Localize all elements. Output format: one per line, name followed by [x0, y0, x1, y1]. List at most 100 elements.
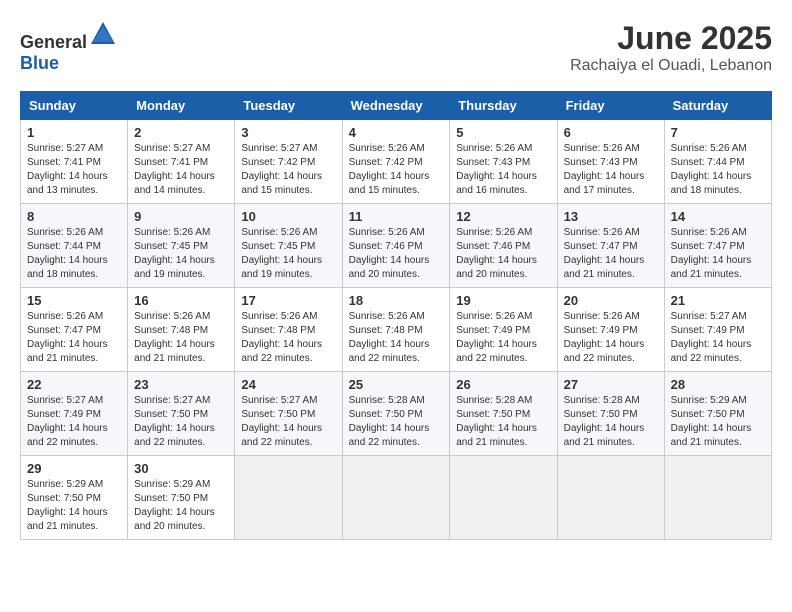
calendar-cell: 15 Sunrise: 5:26 AMSunset: 7:47 PMDaylig… — [21, 288, 128, 372]
col-monday: Monday — [128, 92, 235, 120]
day-number: 16 — [134, 293, 228, 308]
day-info: Sunrise: 5:29 AMSunset: 7:50 PMDaylight:… — [134, 479, 215, 532]
calendar-cell: 9 Sunrise: 5:26 AMSunset: 7:45 PMDayligh… — [128, 204, 235, 288]
logo-icon — [89, 20, 117, 48]
day-info: Sunrise: 5:26 AMSunset: 7:48 PMDaylight:… — [241, 311, 322, 364]
calendar-cell: 26 Sunrise: 5:28 AMSunset: 7:50 PMDaylig… — [450, 372, 557, 456]
day-info: Sunrise: 5:26 AMSunset: 7:47 PMDaylight:… — [27, 311, 108, 364]
col-tuesday: Tuesday — [235, 92, 342, 120]
day-info: Sunrise: 5:27 AMSunset: 7:49 PMDaylight:… — [671, 311, 752, 364]
day-number: 14 — [671, 209, 765, 224]
calendar-week-row: 22 Sunrise: 5:27 AMSunset: 7:49 PMDaylig… — [21, 372, 772, 456]
calendar-cell: 2 Sunrise: 5:27 AMSunset: 7:41 PMDayligh… — [128, 120, 235, 204]
day-info: Sunrise: 5:28 AMSunset: 7:50 PMDaylight:… — [349, 395, 430, 448]
day-info: Sunrise: 5:27 AMSunset: 7:41 PMDaylight:… — [27, 143, 108, 196]
title-block: June 2025 Rachaiya el Ouadi, Lebanon — [570, 20, 772, 75]
calendar-cell: 12 Sunrise: 5:26 AMSunset: 7:46 PMDaylig… — [450, 204, 557, 288]
calendar-cell — [342, 456, 450, 540]
day-number: 9 — [134, 209, 228, 224]
day-info: Sunrise: 5:26 AMSunset: 7:49 PMDaylight:… — [564, 311, 645, 364]
day-number: 7 — [671, 125, 765, 140]
day-number: 1 — [27, 125, 121, 140]
day-info: Sunrise: 5:26 AMSunset: 7:42 PMDaylight:… — [349, 143, 430, 196]
day-info: Sunrise: 5:26 AMSunset: 7:46 PMDaylight:… — [456, 227, 537, 280]
calendar-cell: 10 Sunrise: 5:26 AMSunset: 7:45 PMDaylig… — [235, 204, 342, 288]
logo-general: General — [20, 32, 87, 52]
day-info: Sunrise: 5:26 AMSunset: 7:43 PMDaylight:… — [456, 143, 537, 196]
day-number: 19 — [456, 293, 550, 308]
calendar-week-row: 8 Sunrise: 5:26 AMSunset: 7:44 PMDayligh… — [21, 204, 772, 288]
day-number: 5 — [456, 125, 550, 140]
calendar-cell: 8 Sunrise: 5:26 AMSunset: 7:44 PMDayligh… — [21, 204, 128, 288]
day-info: Sunrise: 5:26 AMSunset: 7:44 PMDaylight:… — [27, 227, 108, 280]
day-info: Sunrise: 5:27 AMSunset: 7:50 PMDaylight:… — [241, 395, 322, 448]
day-info: Sunrise: 5:26 AMSunset: 7:47 PMDaylight:… — [671, 227, 752, 280]
day-info: Sunrise: 5:26 AMSunset: 7:44 PMDaylight:… — [671, 143, 752, 196]
calendar-cell: 30 Sunrise: 5:29 AMSunset: 7:50 PMDaylig… — [128, 456, 235, 540]
day-number: 28 — [671, 377, 765, 392]
calendar-cell: 20 Sunrise: 5:26 AMSunset: 7:49 PMDaylig… — [557, 288, 664, 372]
day-info: Sunrise: 5:27 AMSunset: 7:41 PMDaylight:… — [134, 143, 215, 196]
page-header: General Blue June 2025 Rachaiya el Ouadi… — [20, 20, 772, 75]
day-info: Sunrise: 5:28 AMSunset: 7:50 PMDaylight:… — [456, 395, 537, 448]
logo-text: General Blue — [20, 20, 117, 74]
calendar-cell: 18 Sunrise: 5:26 AMSunset: 7:48 PMDaylig… — [342, 288, 450, 372]
col-sunday: Sunday — [21, 92, 128, 120]
day-info: Sunrise: 5:28 AMSunset: 7:50 PMDaylight:… — [564, 395, 645, 448]
day-info: Sunrise: 5:26 AMSunset: 7:46 PMDaylight:… — [349, 227, 430, 280]
calendar-cell: 22 Sunrise: 5:27 AMSunset: 7:49 PMDaylig… — [21, 372, 128, 456]
calendar-cell — [235, 456, 342, 540]
day-number: 15 — [27, 293, 121, 308]
col-friday: Friday — [557, 92, 664, 120]
calendar-week-row: 1 Sunrise: 5:27 AMSunset: 7:41 PMDayligh… — [21, 120, 772, 204]
day-number: 6 — [564, 125, 658, 140]
day-number: 2 — [134, 125, 228, 140]
calendar-header-row: Sunday Monday Tuesday Wednesday Thursday… — [21, 92, 772, 120]
calendar-cell: 23 Sunrise: 5:27 AMSunset: 7:50 PMDaylig… — [128, 372, 235, 456]
day-number: 23 — [134, 377, 228, 392]
calendar-cell — [450, 456, 557, 540]
calendar-cell: 17 Sunrise: 5:26 AMSunset: 7:48 PMDaylig… — [235, 288, 342, 372]
calendar-cell: 7 Sunrise: 5:26 AMSunset: 7:44 PMDayligh… — [664, 120, 771, 204]
calendar-cell: 4 Sunrise: 5:26 AMSunset: 7:42 PMDayligh… — [342, 120, 450, 204]
day-info: Sunrise: 5:27 AMSunset: 7:50 PMDaylight:… — [134, 395, 215, 448]
calendar-cell: 29 Sunrise: 5:29 AMSunset: 7:50 PMDaylig… — [21, 456, 128, 540]
day-number: 25 — [349, 377, 444, 392]
day-number: 26 — [456, 377, 550, 392]
calendar-week-row: 29 Sunrise: 5:29 AMSunset: 7:50 PMDaylig… — [21, 456, 772, 540]
day-number: 20 — [564, 293, 658, 308]
calendar-cell: 5 Sunrise: 5:26 AMSunset: 7:43 PMDayligh… — [450, 120, 557, 204]
day-number: 11 — [349, 209, 444, 224]
day-info: Sunrise: 5:26 AMSunset: 7:45 PMDaylight:… — [241, 227, 322, 280]
day-number: 12 — [456, 209, 550, 224]
day-info: Sunrise: 5:29 AMSunset: 7:50 PMDaylight:… — [27, 479, 108, 532]
calendar-cell: 3 Sunrise: 5:27 AMSunset: 7:42 PMDayligh… — [235, 120, 342, 204]
calendar-cell: 14 Sunrise: 5:26 AMSunset: 7:47 PMDaylig… — [664, 204, 771, 288]
calendar-cell: 27 Sunrise: 5:28 AMSunset: 7:50 PMDaylig… — [557, 372, 664, 456]
day-info: Sunrise: 5:27 AMSunset: 7:42 PMDaylight:… — [241, 143, 322, 196]
day-info: Sunrise: 5:29 AMSunset: 7:50 PMDaylight:… — [671, 395, 752, 448]
col-thursday: Thursday — [450, 92, 557, 120]
calendar-cell: 13 Sunrise: 5:26 AMSunset: 7:47 PMDaylig… — [557, 204, 664, 288]
calendar-cell — [557, 456, 664, 540]
calendar-cell: 24 Sunrise: 5:27 AMSunset: 7:50 PMDaylig… — [235, 372, 342, 456]
calendar-table: Sunday Monday Tuesday Wednesday Thursday… — [20, 91, 772, 540]
day-number: 18 — [349, 293, 444, 308]
day-number: 22 — [27, 377, 121, 392]
day-info: Sunrise: 5:27 AMSunset: 7:49 PMDaylight:… — [27, 395, 108, 448]
calendar-cell — [664, 456, 771, 540]
calendar-cell: 11 Sunrise: 5:26 AMSunset: 7:46 PMDaylig… — [342, 204, 450, 288]
day-number: 13 — [564, 209, 658, 224]
day-number: 8 — [27, 209, 121, 224]
day-number: 4 — [349, 125, 444, 140]
day-number: 24 — [241, 377, 335, 392]
logo-blue: Blue — [20, 53, 59, 73]
calendar-cell: 16 Sunrise: 5:26 AMSunset: 7:48 PMDaylig… — [128, 288, 235, 372]
day-info: Sunrise: 5:26 AMSunset: 7:45 PMDaylight:… — [134, 227, 215, 280]
day-number: 21 — [671, 293, 765, 308]
col-saturday: Saturday — [664, 92, 771, 120]
day-info: Sunrise: 5:26 AMSunset: 7:49 PMDaylight:… — [456, 311, 537, 364]
calendar-cell: 1 Sunrise: 5:27 AMSunset: 7:41 PMDayligh… — [21, 120, 128, 204]
day-number: 10 — [241, 209, 335, 224]
calendar-cell: 6 Sunrise: 5:26 AMSunset: 7:43 PMDayligh… — [557, 120, 664, 204]
